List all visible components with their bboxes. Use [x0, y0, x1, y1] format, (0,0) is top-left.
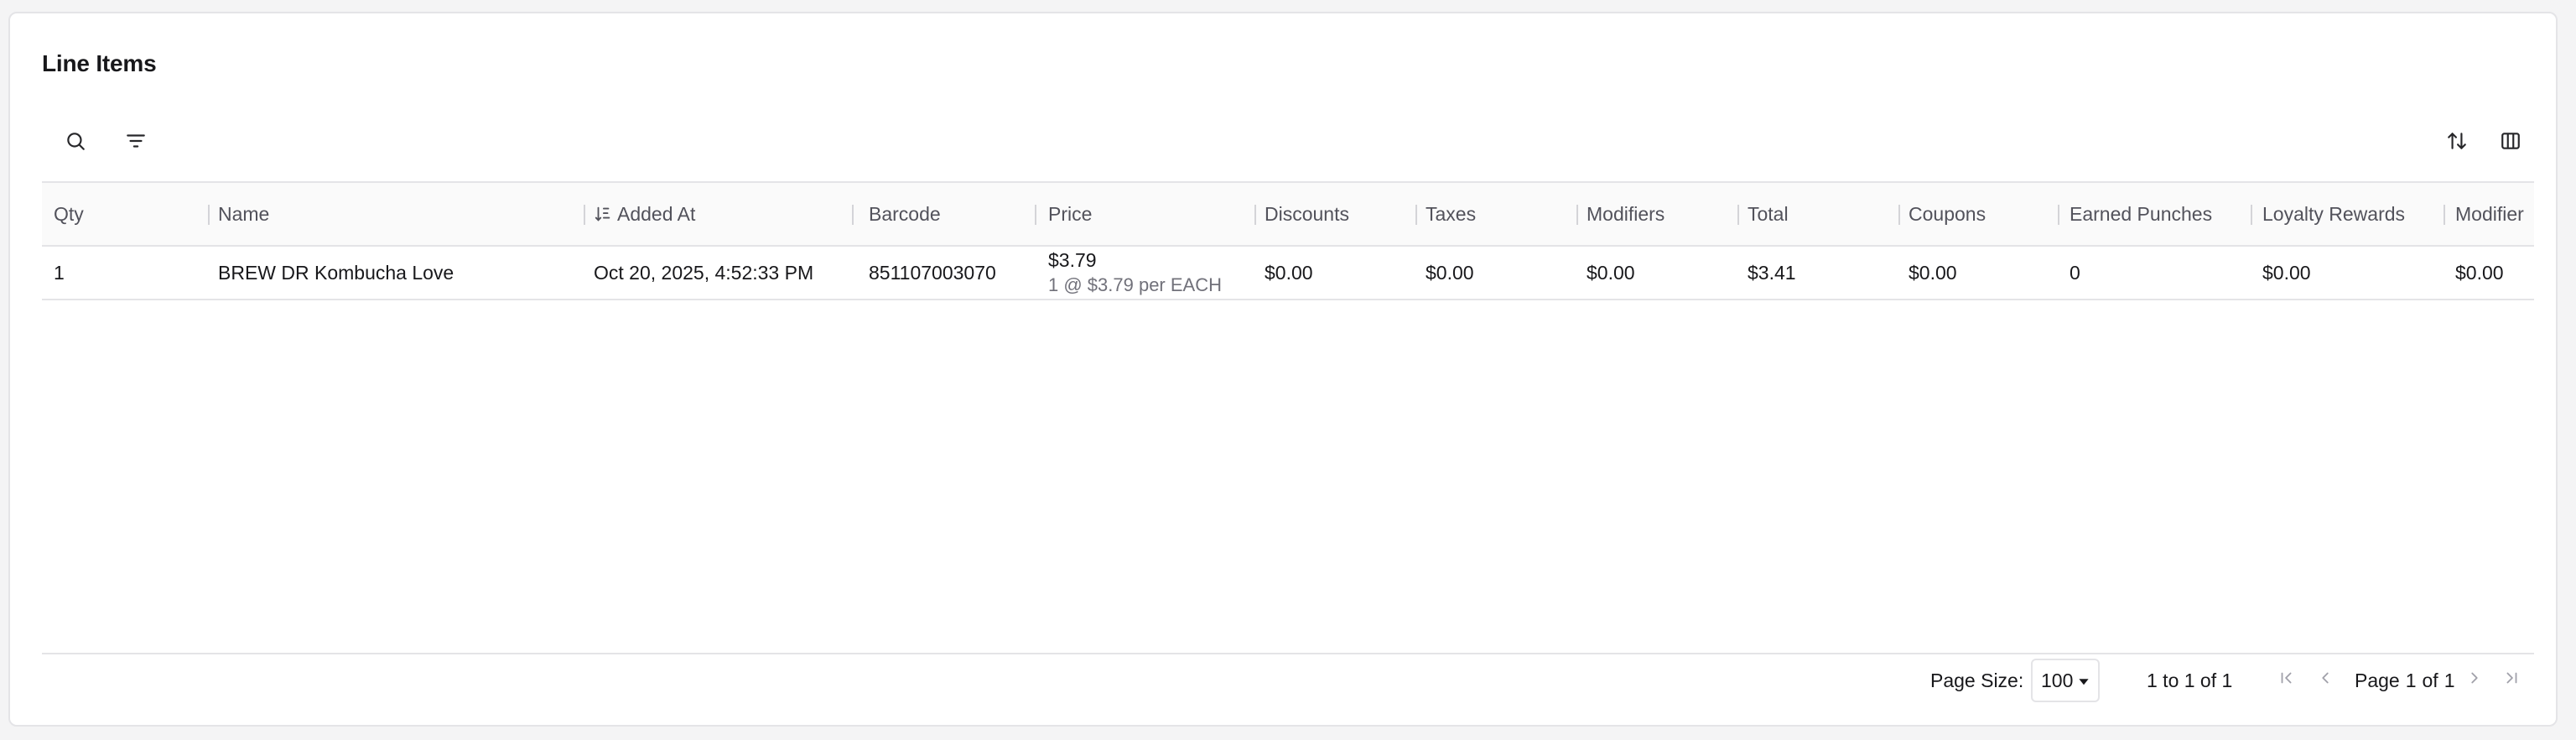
page-indicator: Page 1 of 1 [2355, 653, 2455, 708]
price-value: $3.79 [1048, 249, 1097, 271]
sort-button[interactable] [2435, 121, 2479, 164]
cell-barcode: 851107003070 [869, 261, 996, 284]
chevron-left-icon [2316, 669, 2334, 692]
line-items-grid: Qty Name Added At Barcode Price Discount… [42, 181, 2534, 654]
column-label: Loyalty Rewards [2262, 202, 2406, 225]
last-page-icon [2502, 669, 2521, 692]
column-label: Discounts [1265, 202, 1349, 225]
column-label: Price [1048, 202, 1093, 225]
price-detail: 1 @ $3.79 per EACH [1048, 274, 1222, 295]
cell-modifiers: $0.00 [1587, 261, 1635, 284]
pagination-bar: Page Size: 100 1 to 1 of 1 Page 1 of 1 [10, 653, 2556, 708]
page-size-value: 100 [2041, 669, 2074, 691]
card-title: Line Items [42, 50, 157, 76]
column-header-price[interactable]: Price [1036, 183, 1256, 245]
column-header-total[interactable]: Total [1736, 183, 1897, 245]
cell-discounts: $0.00 [1265, 261, 1313, 284]
of-word: of [2422, 669, 2438, 691]
columns-button[interactable] [2489, 121, 2532, 164]
cell-price: $3.79 1 @ $3.79 per EACH [1036, 247, 1253, 299]
column-header-loyalty-rewards[interactable]: Loyalty Rewards [2251, 183, 2444, 245]
cell-total: $3.41 [1748, 261, 1796, 284]
cell-taxes: $0.00 [1426, 261, 1474, 284]
column-header-barcode[interactable]: Barcode [857, 183, 1033, 245]
sort-ascending-icon [594, 205, 612, 223]
current-page: 1 [2405, 669, 2417, 691]
column-header-coupons[interactable]: Coupons [1897, 183, 2058, 245]
column-label: Modifier [2455, 202, 2524, 225]
search-icon [65, 130, 86, 156]
cell-earned-punches: 0 [2070, 261, 2080, 284]
chevron-right-icon [2465, 669, 2484, 692]
cell-coupons: $0.00 [1909, 261, 1957, 284]
filter-icon [125, 130, 147, 156]
column-label: Modifiers [1587, 202, 1665, 225]
column-header-modifier[interactable]: Modifier [2444, 183, 2534, 245]
cell-qty: 1 [54, 261, 65, 284]
cell-loyalty-rewards: $0.00 [2262, 261, 2311, 284]
page-word: Page [2355, 669, 2400, 691]
page-size-select[interactable]: 100 [2031, 659, 2101, 702]
next-page-button[interactable] [2465, 653, 2484, 708]
column-label: Total [1748, 202, 1789, 225]
row-range-text: 1 to 1 of 1 [2147, 669, 2233, 691]
sort-arrows-icon [2446, 130, 2468, 156]
column-label: Coupons [1909, 202, 1987, 225]
total-pages: 1 [2444, 669, 2455, 691]
table-row[interactable]: 1 BREW DR Kombucha Love Oct 20, 2025, 4:… [42, 247, 2534, 300]
column-header-earned-punches[interactable]: Earned Punches [2058, 183, 2251, 245]
column-label: Earned Punches [2070, 202, 2213, 225]
cell-name: BREW DR Kombucha Love [218, 261, 454, 284]
cell-modifier: $0.00 [2455, 261, 2504, 284]
column-header-added-at[interactable]: Added At [582, 183, 850, 245]
column-header-qty[interactable]: Qty [42, 183, 201, 245]
column-label: Name [218, 202, 270, 225]
filter-button[interactable] [114, 121, 158, 164]
column-label: Barcode [869, 202, 941, 225]
previous-page-button[interactable] [2316, 653, 2334, 708]
column-resize-handle[interactable] [852, 205, 854, 225]
search-button[interactable] [54, 121, 97, 164]
cell-added-at: Oct 20, 2025, 4:52:33 PM [594, 261, 814, 284]
caret-down-icon [2078, 670, 2090, 692]
column-label: Taxes [1426, 202, 1477, 225]
grid-header: Qty Name Added At Barcode Price Discount… [42, 183, 2534, 247]
page-size-label: Page Size: [1930, 669, 2024, 691]
first-page-icon [2277, 669, 2296, 692]
column-label: Qty [54, 202, 84, 225]
column-header-modifiers[interactable]: Modifiers [1575, 183, 1736, 245]
last-page-button[interactable] [2502, 653, 2521, 708]
column-label: Added At [617, 202, 696, 225]
column-header-taxes[interactable]: Taxes [1414, 183, 1575, 245]
line-items-card: Line Items Qty Name Added At Barcode Pri… [8, 12, 2558, 727]
column-header-name[interactable]: Name [206, 183, 582, 245]
column-header-discounts[interactable]: Discounts [1253, 183, 1414, 245]
first-page-button[interactable] [2277, 653, 2296, 708]
columns-icon [2500, 130, 2521, 156]
